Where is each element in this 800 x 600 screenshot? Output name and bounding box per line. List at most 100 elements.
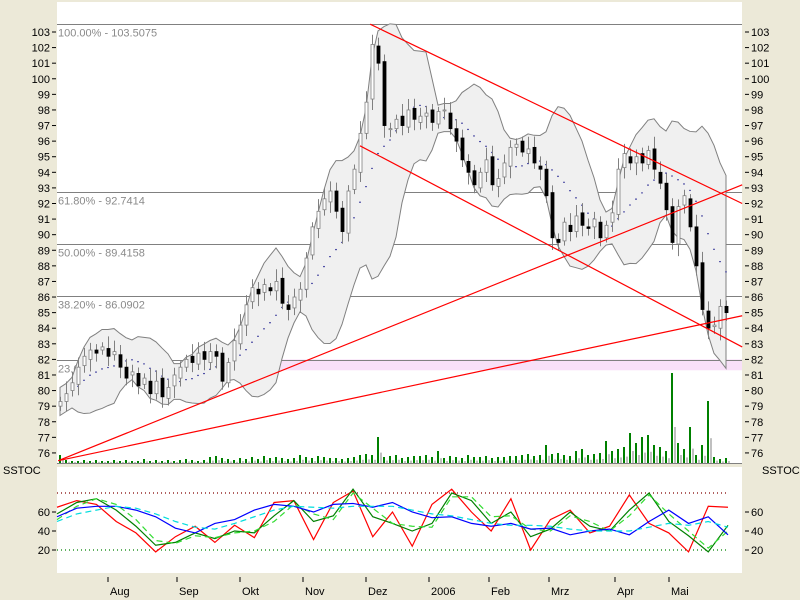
volume-bar-secondary xyxy=(530,459,532,463)
candle-up xyxy=(406,109,411,128)
volume-bar-secondary xyxy=(428,459,430,463)
volume-bar xyxy=(365,454,367,463)
volume-bar xyxy=(197,461,199,463)
volume-bar xyxy=(629,433,631,463)
volume-bar xyxy=(395,455,397,463)
volume-bar xyxy=(215,456,217,463)
price-label-left: 103 xyxy=(32,27,50,39)
volume-bar xyxy=(605,441,607,463)
bollinger-middle-dot xyxy=(677,179,679,181)
volume-bar-secondary xyxy=(308,460,310,463)
volume-bar xyxy=(695,455,697,463)
candle-up xyxy=(76,366,81,385)
bollinger-middle-dot xyxy=(647,184,649,186)
stochastic-panel xyxy=(57,467,742,573)
volume-bar xyxy=(683,449,685,463)
price-label-left: 85 xyxy=(38,308,50,320)
price-label-right: 77 xyxy=(751,432,763,444)
volume-bar xyxy=(569,456,571,463)
volume-bar-secondary xyxy=(296,461,298,463)
volume-bar-secondary xyxy=(134,462,136,463)
volume-bar xyxy=(623,447,625,463)
candle-down xyxy=(490,156,495,186)
volume-bar xyxy=(671,373,673,463)
stochastic-label-right: 20 xyxy=(751,545,763,557)
volume-bar-secondary xyxy=(698,459,700,463)
candle-up xyxy=(508,146,513,167)
volume-bar-secondary xyxy=(614,458,616,463)
price-label-right: 84 xyxy=(751,323,763,335)
volume-bar-secondary xyxy=(680,455,682,463)
volume-bar xyxy=(233,460,235,463)
volume-bar xyxy=(77,461,79,463)
volume-bar-secondary xyxy=(566,459,568,463)
volume-bar-secondary xyxy=(596,459,598,463)
volume-bar xyxy=(317,456,319,463)
price-label-right: 102 xyxy=(751,43,769,55)
volume-bar-secondary xyxy=(446,461,448,463)
volume-bar-secondary xyxy=(542,459,544,463)
volume-bar xyxy=(713,457,715,463)
candle-up xyxy=(364,101,369,134)
volume-bar xyxy=(467,455,469,463)
candle-up xyxy=(484,159,489,173)
month-label: Okt xyxy=(242,586,259,598)
bollinger-middle-dot xyxy=(497,158,499,160)
candle-up xyxy=(184,358,189,368)
fib-label: 38.20% - 86.0902 xyxy=(58,300,145,312)
price-label-left: 78 xyxy=(38,417,50,429)
price-label-right: 99 xyxy=(751,89,763,101)
volume-bar xyxy=(599,453,601,463)
volume-bar-secondary xyxy=(404,461,406,463)
price-label-left: 93 xyxy=(38,183,50,195)
candle-up xyxy=(232,340,237,362)
candle-down xyxy=(280,277,285,304)
candle-up xyxy=(58,401,63,407)
volume-bar-secondary xyxy=(86,461,88,463)
volume-bar xyxy=(107,461,109,463)
stochastic-label-left: 20 xyxy=(38,545,50,557)
fib-label: 61.80% - 92.7414 xyxy=(58,196,145,208)
volume-bar-secondary xyxy=(452,460,454,463)
candle-down xyxy=(376,45,381,64)
candle-up xyxy=(304,257,309,290)
volume-bar-secondary xyxy=(158,461,160,463)
candle-up xyxy=(298,288,303,301)
price-label-left: 76 xyxy=(38,448,50,460)
candle-up xyxy=(166,387,171,399)
price-label-left: 100 xyxy=(32,74,50,86)
volume-bar-secondary xyxy=(668,458,670,463)
candle-down xyxy=(556,238,561,243)
bollinger-middle-dot xyxy=(197,374,199,377)
volume-bar-secondary xyxy=(230,461,232,463)
candle-down xyxy=(214,351,219,357)
volume-bar-secondary xyxy=(68,461,70,463)
stochastic-label-left: 60 xyxy=(38,507,50,519)
volume-bar-secondary xyxy=(140,462,142,463)
candle-down xyxy=(628,156,633,164)
candle-up xyxy=(616,168,621,215)
month-label: Feb xyxy=(491,586,510,598)
volume-bar-secondary xyxy=(410,460,412,463)
candle-up xyxy=(310,226,315,256)
volume-bar xyxy=(443,458,445,463)
volume-bar xyxy=(323,457,325,463)
price-label-left: 91 xyxy=(38,214,50,226)
volume-bar xyxy=(659,447,661,463)
price-label-right: 103 xyxy=(751,27,769,39)
candle-up xyxy=(142,377,147,385)
volume-bar-secondary xyxy=(464,461,466,463)
volume-bar-secondary xyxy=(560,459,562,463)
volume-bar-secondary xyxy=(728,461,730,463)
candle-up xyxy=(370,44,375,100)
volume-bar xyxy=(191,460,193,463)
volume-bar-secondary xyxy=(590,459,592,463)
bollinger-middle-dot xyxy=(701,215,703,217)
price-label-left: 89 xyxy=(38,245,50,257)
price-label-left: 97 xyxy=(38,121,50,133)
price-label-right: 83 xyxy=(751,339,763,351)
candle-down xyxy=(664,182,669,211)
volume-bar-secondary xyxy=(692,448,694,463)
candle-down xyxy=(538,165,543,170)
price-label-left: 81 xyxy=(38,370,50,382)
